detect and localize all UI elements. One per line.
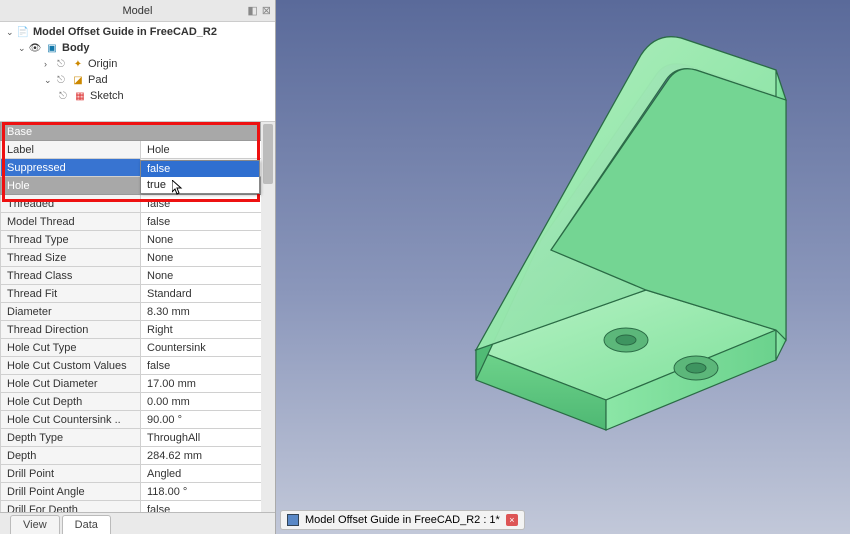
tree-root-label: Model Offset Guide in FreeCAD_R2 (33, 26, 217, 38)
expand-icon[interactable]: ⌄ (6, 27, 16, 38)
prop-row[interactable]: Drill Point Angle118.00 ° (1, 483, 275, 501)
prop-row[interactable]: Thread SizeNone (1, 249, 275, 267)
document-tab[interactable]: Model Offset Guide in FreeCAD_R2 : 1* × (280, 510, 525, 530)
prop-row[interactable]: Drill PointAngled (1, 465, 275, 483)
prop-row[interactable]: Drill For Depthfalse (1, 501, 275, 513)
panel-float-icon[interactable]: ◧ (247, 4, 257, 17)
origin-icon: ✦ (71, 57, 85, 71)
prop-row-threaded[interactable]: Threadedfalse (1, 195, 275, 213)
3d-viewport[interactable]: Model Offset Guide in FreeCAD_R2 : 1* × (276, 0, 850, 534)
document-icon (287, 514, 299, 526)
tree-pad-row[interactable]: ⌄ ⎋ ◪ Pad (0, 72, 275, 88)
document-tab-label: Model Offset Guide in FreeCAD_R2 : 1* (305, 514, 500, 526)
section-base: Base (1, 123, 275, 141)
cursor-icon (172, 180, 184, 196)
model-tree[interactable]: ⌄ 📄 Model Offset Guide in FreeCAD_R2 ⌄ 👁… (0, 22, 275, 122)
tree-body-row[interactable]: ⌄ 👁 ▣ Body (0, 40, 275, 56)
prop-row[interactable]: Hole Cut Diameter17.00 mm (1, 375, 275, 393)
expand-icon[interactable]: ⌄ (18, 43, 28, 54)
tab-view[interactable]: View (10, 515, 60, 534)
panel-title: Model (123, 5, 153, 17)
prop-row[interactable]: Thread TypeNone (1, 231, 275, 249)
tab-data[interactable]: Data (62, 515, 111, 534)
sketch-icon: ▦ (73, 89, 87, 103)
tree-sketch-row[interactable]: ⎋ ▦ Sketch (0, 88, 275, 104)
document-icon: 📄 (16, 25, 30, 39)
tree-sketch-label: Sketch (90, 90, 124, 102)
pad-icon: ◪ (71, 73, 85, 87)
scrollbar-thumb[interactable] (263, 124, 273, 184)
prop-row[interactable]: Thread ClassNone (1, 267, 275, 285)
side-panel: Model ◧ ⊠ ⌄ 📄 Model Offset Guide in Free… (0, 0, 276, 534)
link-icon: ⎋ (54, 73, 68, 87)
prop-row[interactable]: Hole Cut Custom Valuesfalse (1, 357, 275, 375)
link-icon: ⎋ (54, 57, 68, 71)
tree-root-row[interactable]: ⌄ 📄 Model Offset Guide in FreeCAD_R2 (0, 24, 275, 40)
prop-row[interactable]: Thread FitStandard (1, 285, 275, 303)
link-icon: ⎋ (56, 89, 70, 103)
prop-row[interactable]: Diameter8.30 mm (1, 303, 275, 321)
tree-body-label: Body (62, 42, 90, 54)
prop-row[interactable]: Thread DirectionRight (1, 321, 275, 339)
prop-row[interactable]: Hole Cut Depth0.00 mm (1, 393, 275, 411)
expand-icon[interactable]: › (44, 59, 54, 69)
tree-origin-label: Origin (88, 58, 117, 70)
prop-row[interactable]: Model Threadfalse (1, 213, 275, 231)
3d-model[interactable] (326, 10, 806, 480)
close-tab-icon[interactable]: × (506, 514, 518, 526)
body-icon: ▣ (45, 41, 59, 55)
tree-pad-label: Pad (88, 74, 108, 86)
panel-title-bar: Model ◧ ⊠ (0, 0, 275, 22)
property-tabs: View Data (0, 512, 275, 534)
prop-row[interactable]: Hole Cut Countersink ..90.00 ° (1, 411, 275, 429)
scrollbar[interactable] (261, 122, 275, 512)
suppressed-dropdown[interactable]: false true (140, 160, 260, 194)
panel-close-icon[interactable]: ⊠ (262, 4, 271, 17)
dropdown-option-false[interactable]: false (141, 161, 259, 177)
prop-row[interactable]: Depth284.62 mm (1, 447, 275, 465)
prop-row-label[interactable]: LabelHole (1, 141, 275, 159)
prop-row[interactable]: Depth TypeThroughAll (1, 429, 275, 447)
tree-origin-row[interactable]: › ⎋ ✦ Origin (0, 56, 275, 72)
visibility-icon[interactable]: 👁 (28, 41, 42, 55)
property-panel: Base LabelHole Suppressedfalse⌄ Hole Thr… (0, 122, 275, 512)
dropdown-option-true[interactable]: true (141, 177, 259, 193)
prop-row[interactable]: Hole Cut TypeCountersink (1, 339, 275, 357)
expand-icon[interactable]: ⌄ (44, 75, 54, 86)
